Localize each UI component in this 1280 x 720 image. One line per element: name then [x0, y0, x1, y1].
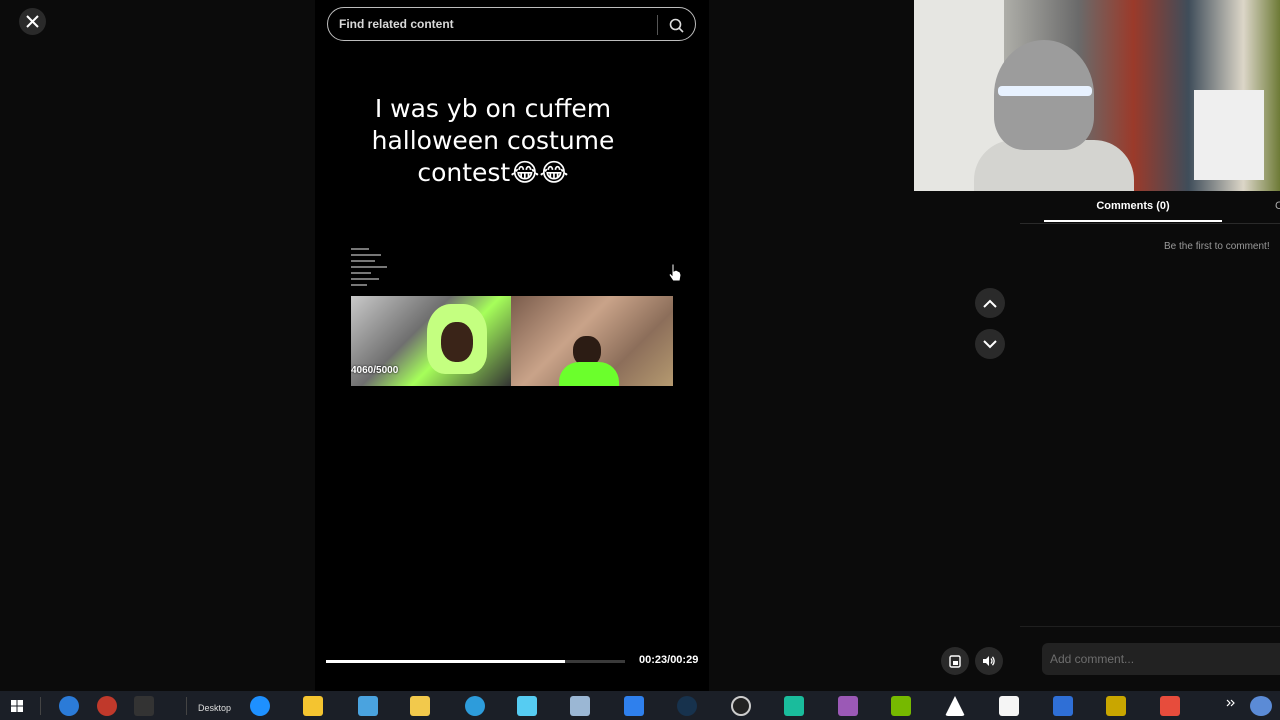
volume-icon	[983, 656, 995, 666]
epic-games-icon[interactable]	[134, 696, 154, 716]
app-icon[interactable]	[1106, 696, 1126, 716]
progress-fill	[326, 660, 566, 663]
edge-browser-icon[interactable]	[59, 696, 79, 716]
search-input[interactable]: Find related content	[339, 17, 454, 31]
tab-underline	[1044, 220, 1222, 222]
video-caption: I was yb on cuffem halloween costume con…	[353, 93, 633, 189]
windows-start-icon[interactable]	[11, 700, 23, 712]
browser-icon[interactable]	[465, 696, 485, 716]
overflow-chevron-icon[interactable]	[1226, 699, 1236, 707]
taskbar-divider	[186, 697, 187, 715]
hand-cursor-icon	[668, 263, 682, 288]
picture-in-picture-icon	[949, 654, 961, 668]
chrome-icon[interactable]	[97, 696, 117, 716]
overlay-counter: 4060/5000	[351, 365, 399, 376]
pip-button[interactable]	[941, 647, 969, 675]
app-icon[interactable]	[784, 696, 804, 716]
document-icon[interactable]	[999, 696, 1019, 716]
tab-comments[interactable]: Comments (0)	[1044, 200, 1222, 212]
comment-input[interactable]: Add comment...	[1042, 643, 1280, 675]
app-icon[interactable]	[945, 696, 965, 716]
desktop-toolbar-label[interactable]: Desktop	[198, 703, 231, 713]
nvidia-icon[interactable]	[891, 696, 911, 716]
search-divider	[657, 15, 658, 35]
onedrive-icon[interactable]	[250, 696, 270, 716]
video-player[interactable]: Find related content I was yb on cuffem …	[315, 0, 709, 691]
tab-next[interactable]: C	[1275, 200, 1280, 212]
search-icon	[669, 18, 684, 33]
video-time: 00:23/00:29	[639, 654, 699, 666]
recycle-bin-icon[interactable]	[570, 696, 590, 716]
progress-bar[interactable]	[326, 660, 625, 663]
close-button[interactable]	[19, 8, 46, 35]
chat-overlay	[351, 248, 391, 296]
app-icon[interactable]	[1160, 696, 1180, 716]
previous-video-button[interactable]	[975, 288, 1005, 318]
file-explorer-icon[interactable]	[410, 696, 430, 716]
taskbar-divider	[40, 697, 41, 715]
app-icon[interactable]	[517, 696, 537, 716]
app-icon[interactable]	[1053, 696, 1073, 716]
windows-taskbar: Desktop	[0, 691, 1280, 720]
next-video-button[interactable]	[975, 329, 1005, 359]
caption-line: I was yb on cuffem	[374, 94, 612, 123]
comments-empty-text: Be the first to comment!	[1164, 241, 1270, 252]
close-icon	[26, 15, 39, 28]
search-button[interactable]	[665, 14, 687, 36]
app-icon[interactable]	[838, 696, 858, 716]
search-box[interactable]: Find related content	[327, 7, 696, 41]
video-content: 4060/5000	[351, 248, 673, 386]
obs-icon[interactable]	[731, 696, 751, 716]
file-manager-icon[interactable]	[303, 696, 323, 716]
volume-button[interactable]	[975, 647, 1003, 675]
viewer-stage: Find related content I was yb on cuffem …	[0, 0, 1280, 691]
tab-divider	[1020, 223, 1280, 224]
weather-icon[interactable]	[1250, 696, 1272, 716]
chevron-up-icon	[983, 299, 997, 308]
streamer-webcam	[914, 0, 1280, 191]
app-icon[interactable]	[358, 696, 378, 716]
steam-icon[interactable]	[677, 696, 697, 716]
comments-divider	[1020, 626, 1280, 627]
comment-input-placeholder: Add comment...	[1050, 652, 1135, 666]
chevron-down-icon	[983, 339, 997, 348]
app-icon[interactable]	[624, 696, 644, 716]
caption-line: contest😂😂	[417, 158, 569, 187]
streamer-cam-right	[511, 296, 673, 386]
caption-line: halloween costume	[371, 126, 615, 155]
